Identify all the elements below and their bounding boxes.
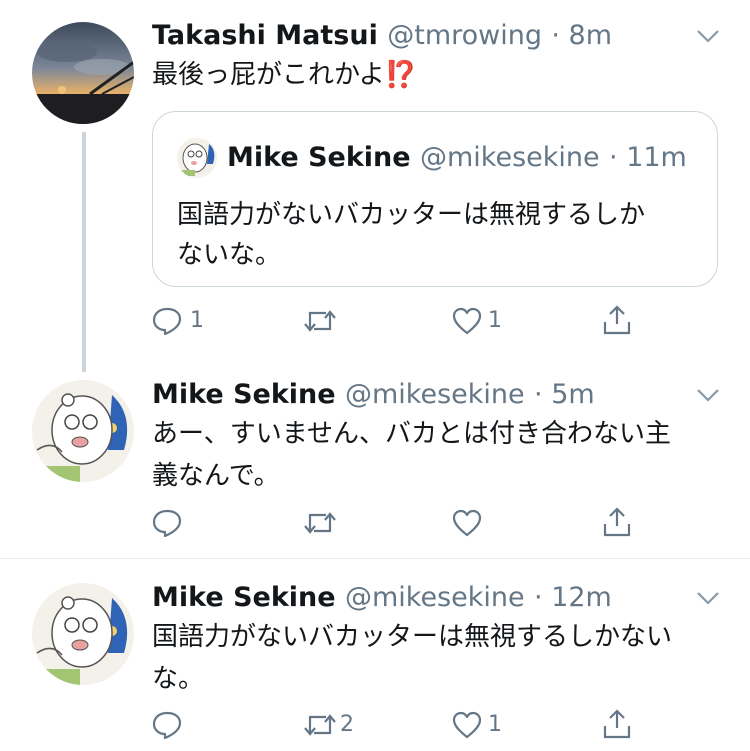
chevron-down-icon[interactable]: [696, 29, 720, 43]
avatar[interactable]: [32, 583, 134, 685]
handle[interactable]: @mikesekine: [345, 379, 525, 410]
quoted-tweet-card[interactable]: Mike Sekine @mikesekine · 11m 国語力がないバカッタ…: [152, 111, 718, 287]
quoted-text-line: 国語力がないバカッターは無視するしか: [177, 200, 646, 230]
bear-avatar-icon: [32, 380, 134, 482]
author-name[interactable]: Mike Sekine @mikesekine · 12m: [152, 582, 612, 613]
quoted-text-line: ないな。: [177, 240, 282, 270]
like-count: 1: [488, 712, 502, 737]
tweet-text-line: な。: [152, 664, 205, 694]
tweet-text: 最後っ屁がこれかよ⁉️: [152, 60, 418, 90]
handle[interactable]: @mikesekine: [345, 582, 525, 613]
tweet-divider: [0, 558, 750, 559]
sunset-photo-icon: [32, 22, 134, 124]
reply-icon[interactable]: [152, 509, 182, 537]
author-name[interactable]: Mike Sekine @mikesekine · 5m: [152, 379, 595, 410]
like-count: 1: [488, 308, 502, 333]
share-icon[interactable]: [602, 708, 632, 740]
heart-icon[interactable]: [452, 307, 482, 335]
display-name[interactable]: Mike Sekine: [227, 142, 411, 173]
heart-icon[interactable]: [452, 509, 482, 537]
tweet-text-line: あー、すいません、バカとは付き合わない主: [152, 419, 671, 449]
reply-icon[interactable]: [152, 307, 182, 335]
avatar[interactable]: [177, 138, 217, 178]
display-name[interactable]: Mike Sekine: [152, 379, 336, 410]
share-icon[interactable]: [602, 506, 632, 538]
reply-icon[interactable]: [152, 711, 182, 739]
retweet-icon[interactable]: [302, 510, 338, 536]
handle[interactable]: @tmrowing: [387, 20, 542, 51]
chevron-down-icon[interactable]: [696, 388, 720, 402]
timestamp[interactable]: · 12m: [534, 582, 612, 613]
share-icon[interactable]: [602, 304, 632, 336]
handle[interactable]: @mikesekine: [420, 142, 600, 173]
quoted-author[interactable]: Mike Sekine @mikesekine · 11m: [227, 142, 687, 173]
retweet-icon[interactable]: [302, 308, 338, 334]
timestamp[interactable]: · 5m: [534, 379, 595, 410]
author-name[interactable]: Takashi Matsui @tmrowing · 8m: [152, 20, 612, 51]
thread-connector: [82, 132, 86, 372]
display-name[interactable]: Mike Sekine: [152, 582, 336, 613]
retweet-icon[interactable]: [302, 712, 338, 738]
avatar[interactable]: [32, 380, 134, 482]
reply-count: 1: [190, 308, 204, 333]
bear-avatar-icon: [32, 583, 134, 685]
bear-avatar-icon: [177, 138, 217, 178]
tweet-text-line: 義なんで。: [152, 461, 280, 491]
display-name[interactable]: Takashi Matsui: [152, 20, 378, 51]
timestamp[interactable]: · 8m: [551, 20, 612, 51]
tweet-text-line: 国語力がないバカッターは無視するしかない: [152, 622, 673, 652]
chevron-down-icon[interactable]: [696, 591, 720, 605]
heart-icon[interactable]: [452, 711, 482, 739]
timestamp[interactable]: · 11m: [609, 142, 687, 173]
avatar[interactable]: [32, 22, 134, 124]
retweet-count: 2: [340, 712, 354, 737]
